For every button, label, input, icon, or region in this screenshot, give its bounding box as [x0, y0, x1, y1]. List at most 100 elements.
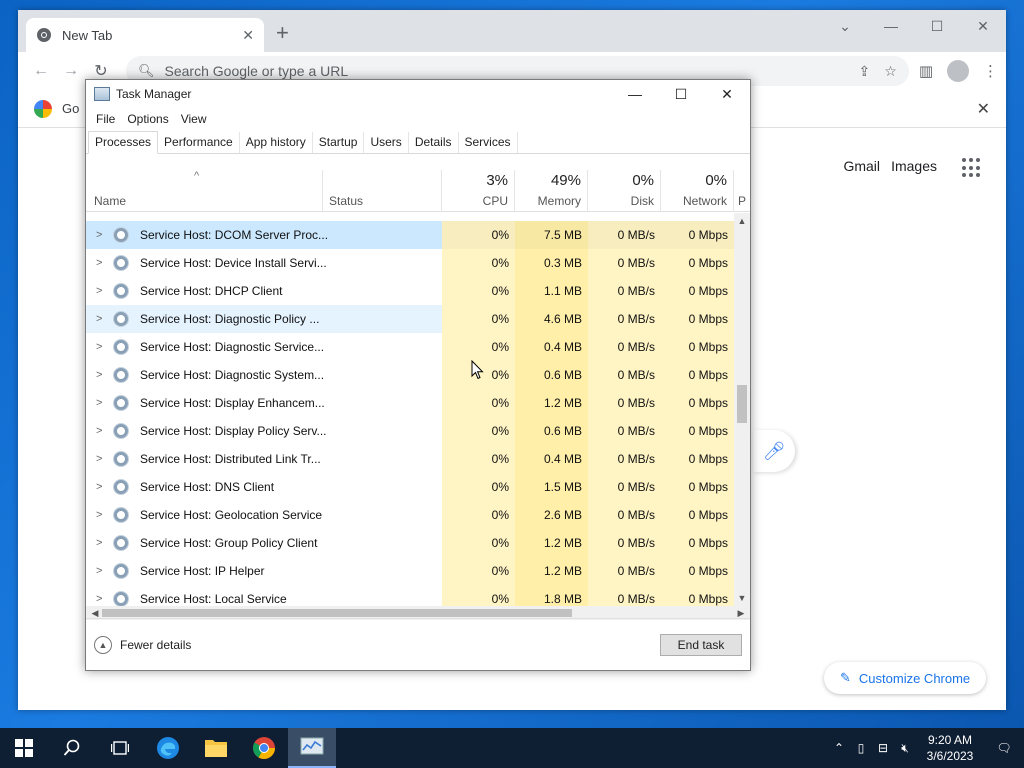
taskbar-file-explorer[interactable] [192, 728, 240, 768]
gear-icon [114, 536, 128, 550]
google-apps-icon[interactable] [962, 158, 982, 178]
expand-chevron-icon[interactable]: > [96, 257, 114, 269]
start-button[interactable] [0, 728, 48, 768]
side-panel-icon[interactable]: ▥ [919, 62, 933, 80]
clock[interactable]: 9:20 AM 3/6/2023 [916, 732, 984, 764]
tab-search-icon[interactable]: ⌄ [822, 10, 868, 42]
volume-muted-icon[interactable]: 🔇︎ [894, 741, 916, 756]
taskbar-edge[interactable] [144, 728, 192, 768]
table-row[interactable]: > Service Host: Diagnostic Service... 0% 0.… [86, 333, 734, 361]
table-row[interactable]: > Service Host: Device Install Servi... 0%… [86, 249, 734, 277]
more-menu-icon[interactable]: ⋮ [983, 62, 998, 80]
cpu-cell: 0% [442, 501, 515, 529]
column-header-status[interactable]: Status [322, 170, 442, 212]
vertical-scrollbar[interactable]: ▲ ▼ [734, 213, 750, 606]
column-header-power[interactable]: P [734, 170, 750, 212]
expand-chevron-icon[interactable]: > [96, 537, 114, 549]
gmail-link[interactable]: Gmail [843, 158, 880, 174]
tab-performance[interactable]: Performance [158, 132, 240, 153]
table-row[interactable]: > Service Host: IP Helper 0% 1.2 MB 0 MB/s 0 … [86, 557, 734, 585]
customize-chrome-button[interactable]: ✎ Customize Chrome [824, 662, 987, 694]
table-row[interactable]: > Service Host: Display Enhancem... 0% 1.2 … [86, 389, 734, 417]
tm-minimize-icon[interactable]: — [612, 80, 658, 108]
tab-app-history[interactable]: App history [240, 132, 313, 153]
tm-menubar: File Options View [86, 108, 750, 130]
reload-icon[interactable]: ↻ [86, 61, 116, 81]
expand-chevron-icon[interactable]: > [96, 453, 114, 465]
task-view-button[interactable] [96, 728, 144, 768]
tm-maximize-icon[interactable]: ☐ [658, 80, 704, 108]
network-icon[interactable]: ⊟ [872, 741, 894, 755]
tm-close-icon[interactable]: ✕ [704, 80, 750, 108]
taskbar-search-button[interactable] [48, 728, 96, 768]
collapse-up-icon[interactable]: ▲ [94, 635, 112, 654]
close-icon[interactable]: ✕ [960, 10, 1006, 42]
menu-options[interactable]: Options [121, 112, 174, 126]
tab-startup[interactable]: Startup [313, 132, 365, 153]
table-row[interactable]: > Service Host: DNS Client 0% 1.5 MB 0 MB/s 0… [86, 473, 734, 501]
table-row[interactable]: > Service Host: DHCP Client 0% 1.1 MB 0 MB/s… [86, 277, 734, 305]
menu-view[interactable]: View [175, 112, 213, 126]
table-row[interactable]: > Service Host: Distributed Link Tr... 0% 0… [86, 445, 734, 473]
clock-time: 9:20 AM [927, 733, 973, 747]
expand-chevron-icon[interactable]: > [96, 509, 114, 521]
chrome-tabstrip: New Tab ✕ + ⌄ — ☐ ✕ [18, 10, 1006, 52]
forward-icon[interactable]: → [56, 62, 86, 80]
expand-chevron-icon[interactable]: > [96, 565, 114, 577]
expand-chevron-icon[interactable]: > [96, 229, 114, 241]
table-row[interactable]: > Service Host: Local Service 0% 1.8 MB 0 MB… [86, 585, 734, 606]
bookmark-star-icon[interactable]: ☆ [884, 63, 897, 80]
tab-users[interactable]: Users [364, 132, 409, 153]
taskbar-task-manager[interactable] [288, 728, 336, 768]
voice-search-icon[interactable]: 🎤︎ [753, 430, 795, 472]
table-row[interactable]: > Service Host: Diagnostic System... 0% 0.6… [86, 361, 734, 389]
notifications-icon[interactable]: 🗨︎ [984, 741, 1024, 755]
infobar-close-icon[interactable]: ✕ [977, 99, 990, 119]
tab-processes[interactable]: Processes [88, 131, 159, 154]
cpu-cell: 0% [442, 417, 515, 445]
tab-details[interactable]: Details [409, 132, 459, 153]
column-header-name[interactable]: ^ Name [86, 170, 322, 212]
chrome-tab-new-tab[interactable]: New Tab ✕ [26, 18, 264, 52]
expand-chevron-icon[interactable]: > [96, 481, 114, 493]
column-header-disk[interactable]: 0% Disk [588, 170, 661, 212]
expand-chevron-icon[interactable]: > [96, 593, 114, 605]
battery-icon[interactable]: ▯ [850, 741, 872, 755]
menu-file[interactable]: File [90, 112, 121, 126]
maximize-icon[interactable]: ☐ [914, 10, 960, 42]
expand-chevron-icon[interactable]: > [96, 341, 114, 353]
scroll-up-icon[interactable]: ▲ [734, 213, 750, 229]
gear-icon [114, 396, 128, 410]
end-task-button[interactable]: End task [660, 633, 742, 656]
show-hidden-icons-icon[interactable]: ⌃ [828, 741, 850, 755]
gear-icon [114, 424, 128, 438]
column-header-memory[interactable]: 49% Memory [515, 170, 588, 212]
table-row[interactable]: > Service Host: Group Policy Client 0% 1.2 … [86, 529, 734, 557]
table-row[interactable]: > Service Host: Diagnostic Policy ... 0% 4.… [86, 305, 734, 333]
horizontal-scroll-thumb[interactable] [102, 609, 572, 617]
table-row[interactable]: > Service Host: Display Policy Serv... 0% 0… [86, 417, 734, 445]
cpu-cell: 0% [442, 305, 515, 333]
close-tab-icon[interactable]: ✕ [242, 27, 254, 44]
column-header-network[interactable]: 0% Network [661, 170, 734, 212]
tab-services[interactable]: Services [459, 132, 518, 153]
new-tab-button[interactable]: + [276, 22, 289, 44]
table-row[interactable]: > Service Host: DCOM Server Proc... 0% 7.5 … [86, 221, 734, 249]
fewer-details-link[interactable]: Fewer details [120, 638, 191, 652]
vertical-scroll-thumb[interactable] [737, 385, 747, 423]
profile-avatar-icon[interactable] [947, 60, 969, 82]
expand-chevron-icon[interactable]: > [96, 313, 114, 325]
taskbar-chrome[interactable] [240, 728, 288, 768]
column-header-cpu[interactable]: 3% CPU [442, 170, 515, 212]
share-icon[interactable]: ⇪ [859, 63, 871, 80]
expand-chevron-icon[interactable]: > [96, 369, 114, 381]
scroll-down-icon[interactable]: ▼ [734, 590, 750, 606]
images-link[interactable]: Images [891, 158, 937, 174]
expand-chevron-icon[interactable]: > [96, 425, 114, 437]
process-name: Service Host: Display Policy Serv... [140, 424, 327, 438]
expand-chevron-icon[interactable]: > [96, 397, 114, 409]
table-row[interactable]: > Service Host: Geolocation Service 0% 2.6 … [86, 501, 734, 529]
expand-chevron-icon[interactable]: > [96, 285, 114, 297]
back-icon[interactable]: ← [26, 62, 56, 80]
minimize-icon[interactable]: — [868, 10, 914, 42]
